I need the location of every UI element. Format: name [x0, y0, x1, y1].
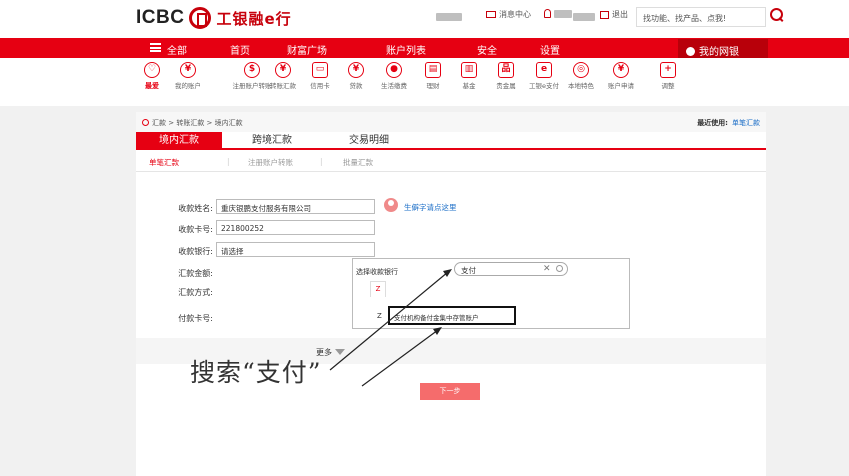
annotation-arrows — [329, 269, 452, 387]
arrow-to-search — [329, 271, 449, 371]
arrow-head — [433, 327, 442, 335]
arrow-to-option — [361, 329, 439, 387]
